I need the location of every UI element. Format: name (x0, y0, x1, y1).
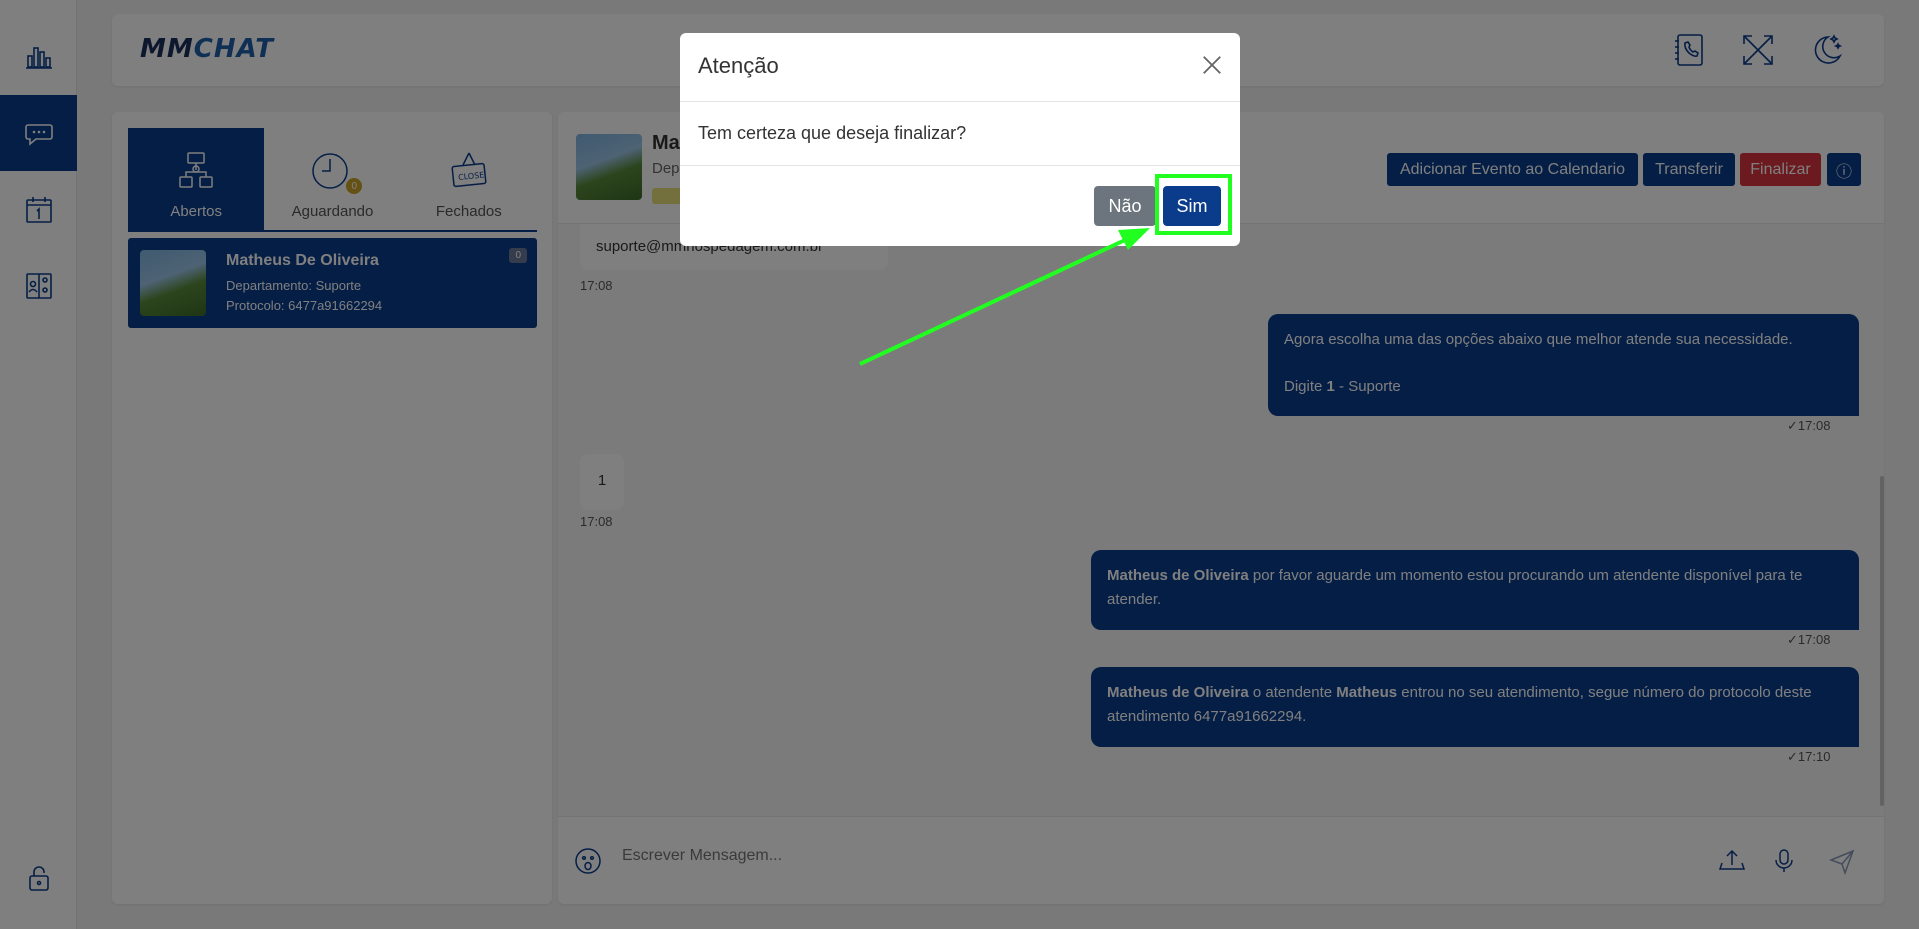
no-button[interactable]: Não (1094, 186, 1156, 226)
dialog-close-button[interactable] (1198, 51, 1226, 79)
dialog-divider (680, 101, 1240, 102)
annotation-highlight-box (1155, 174, 1232, 235)
close-icon (1203, 56, 1221, 74)
dialog-message: Tem certeza que deseja finalizar? (698, 123, 967, 143)
dialog-divider (680, 165, 1240, 166)
dialog-title: Atenção (698, 53, 779, 78)
